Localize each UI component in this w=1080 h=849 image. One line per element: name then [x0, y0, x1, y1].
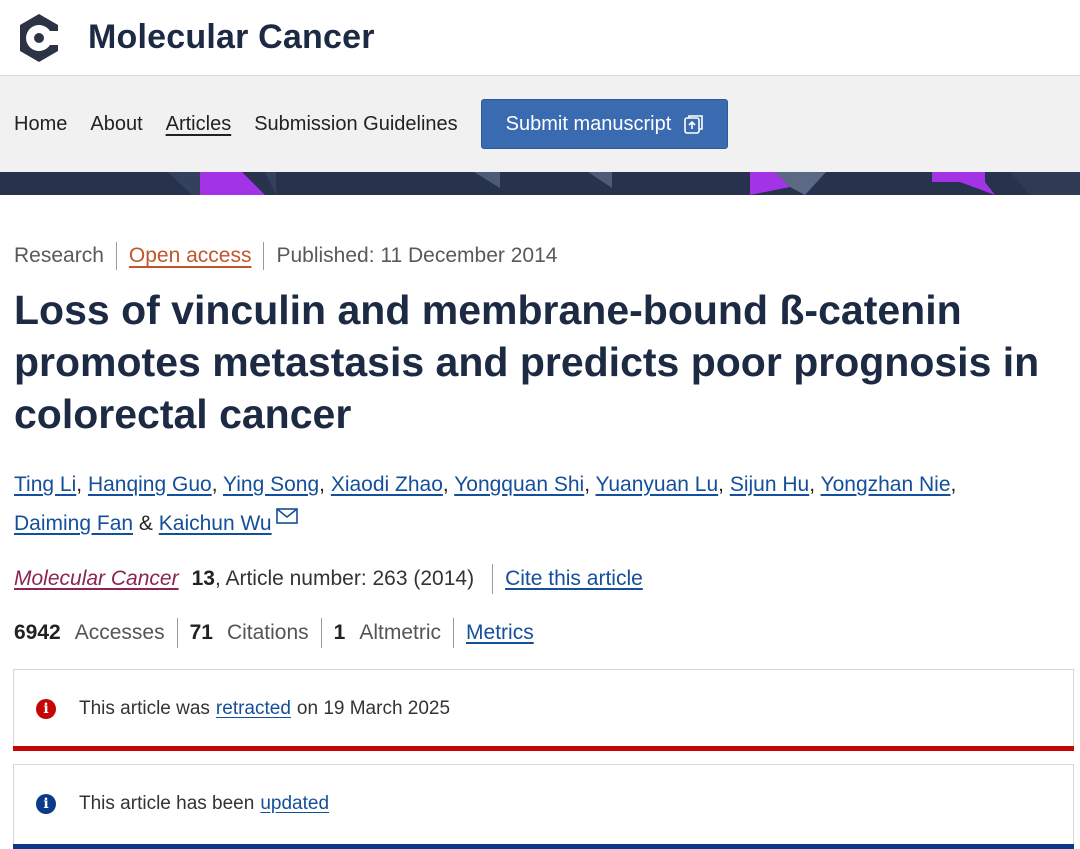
- updated-link[interactable]: updated: [260, 793, 329, 815]
- update-text: This article has been: [79, 793, 255, 814]
- author-link[interactable]: Daiming Fan: [14, 512, 133, 535]
- divider: [176, 618, 178, 648]
- info-icon: i: [36, 794, 56, 814]
- author-link[interactable]: Xiaodi Zhao: [331, 473, 443, 496]
- retraction-text: This article was: [79, 698, 210, 719]
- nav-submission-guidelines[interactable]: Submission Guidelines: [254, 113, 457, 136]
- cite-this-article-link[interactable]: Cite this article: [505, 567, 643, 591]
- main-nav: Home About Articles Submission Guideline…: [0, 75, 1080, 172]
- molecular-cancer-logo-icon[interactable]: [12, 11, 66, 65]
- author-link[interactable]: Sijun Hu: [730, 473, 809, 496]
- accesses-count: 6942: [14, 621, 61, 644]
- volume-number: 13: [191, 567, 215, 590]
- author-link[interactable]: Yongquan Shi: [454, 473, 584, 496]
- retracted-link[interactable]: retracted: [216, 698, 291, 720]
- journal-name[interactable]: Molecular Cancer: [88, 18, 375, 57]
- retraction-date: on 19 March 2025: [296, 698, 451, 719]
- citations-label: Citations: [226, 621, 309, 644]
- notice-accent-bar: [13, 844, 1074, 849]
- metrics-row: 6942 Accesses 71 Citations 1 Altmetric M…: [14, 618, 1066, 648]
- article-meta: Research Open access Published: 11 Decem…: [14, 242, 1066, 270]
- citation-row: Molecular Cancer 13 , Article number: 26…: [14, 564, 1066, 594]
- author-link[interactable]: Yongzhan Nie: [821, 473, 951, 496]
- author-link[interactable]: Hanqing Guo: [88, 473, 212, 496]
- article-type: Research: [14, 244, 104, 267]
- author-list: Ting Li, Hanqing Guo, Ying Song, Xiaodi …: [14, 473, 957, 535]
- article-header: Research Open access Published: 11 Decem…: [0, 242, 1080, 648]
- open-access-link[interactable]: Open access: [129, 244, 252, 268]
- altmetric-label: Altmetric: [359, 621, 442, 644]
- metrics-link[interactable]: Metrics: [466, 621, 534, 645]
- nav-articles[interactable]: Articles: [166, 113, 232, 136]
- article-number: , Article number: 263 (2014): [214, 567, 475, 590]
- divider: [492, 564, 494, 594]
- submit-manuscript-label: Submit manuscript: [505, 112, 672, 135]
- retraction-notice: i This article was retracted on 19 March…: [13, 669, 1074, 751]
- divider: [320, 618, 322, 648]
- email-icon[interactable]: [275, 508, 298, 524]
- author-link[interactable]: Ying Song: [223, 473, 319, 496]
- nav-home[interactable]: Home: [14, 113, 67, 136]
- update-notice: i This article has been updated: [13, 764, 1074, 849]
- citations-count: 71: [189, 621, 213, 644]
- divider: [115, 242, 117, 270]
- altmetric-count: 1: [333, 621, 346, 644]
- external-link-icon: [684, 115, 704, 134]
- journal-link[interactable]: Molecular Cancer: [14, 567, 179, 591]
- alert-info-icon: i: [36, 699, 56, 719]
- accesses-label: Accesses: [74, 621, 165, 644]
- author-link[interactable]: Kaichun Wu: [159, 512, 272, 535]
- nav-about[interactable]: About: [90, 113, 142, 136]
- author-link[interactable]: Ting Li: [14, 473, 76, 496]
- notice-accent-bar: [13, 746, 1074, 751]
- divider: [453, 618, 455, 648]
- submit-manuscript-button[interactable]: Submit manuscript: [480, 99, 728, 149]
- article-title: Loss of vinculin and membrane-bound ß-ca…: [14, 287, 1040, 437]
- author-separator: &: [138, 512, 153, 535]
- site-header: Molecular Cancer: [0, 0, 1080, 75]
- divider: [263, 242, 265, 270]
- published-date: Published: 11 December 2014: [276, 244, 558, 267]
- author-link[interactable]: Yuanyuan Lu: [596, 473, 719, 496]
- decorative-banner: [0, 172, 1080, 195]
